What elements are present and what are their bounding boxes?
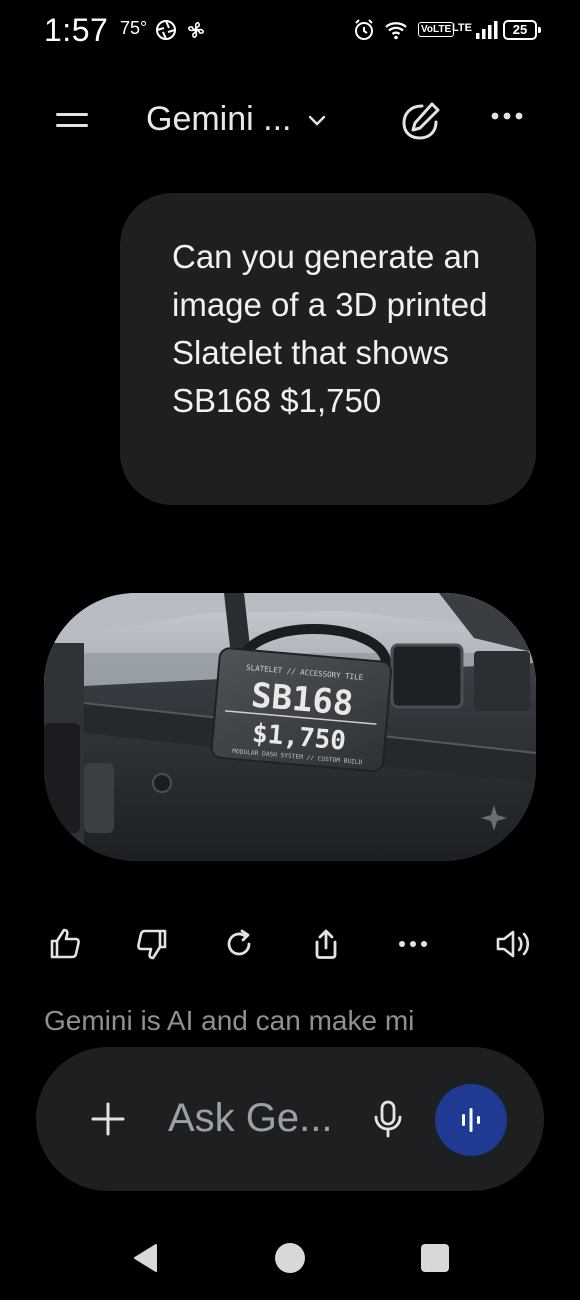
battery-icon: 25 [503, 20, 541, 40]
regenerate-button[interactable] [217, 922, 261, 966]
more-icon [399, 941, 427, 947]
back-button[interactable] [126, 1238, 166, 1278]
fan-icon [188, 22, 204, 38]
more-icon[interactable] [490, 110, 524, 122]
back-icon [134, 1244, 157, 1272]
read-aloud-icon [496, 930, 530, 958]
menu-icon[interactable] [54, 106, 90, 134]
volte-badge: VoLTE [418, 22, 455, 37]
plus-icon [91, 1102, 125, 1136]
live-waveform-icon [462, 1108, 480, 1132]
more-options-button[interactable] [391, 922, 435, 966]
wifi-icon [385, 22, 407, 40]
system-nav-bar [0, 1220, 580, 1300]
add-attachment-button[interactable] [86, 1097, 130, 1141]
read-aloud-button[interactable] [492, 922, 536, 966]
regenerate-icon [227, 929, 251, 956]
camera-aperture-icon [156, 20, 176, 40]
user-message-text: Can you generate an image of a 3D printe… [172, 238, 488, 419]
recents-icon [421, 1244, 449, 1272]
app-title: Gemini ... [146, 100, 292, 138]
prompt-input-bar [36, 1047, 544, 1191]
top-app-bar: Gemini ... [0, 84, 580, 156]
status-bar: 1:57 75° VoLTE LTE 25 [0, 0, 580, 64]
thumbs-down-icon [137, 929, 167, 960]
model-selector[interactable]: Gemini ... [146, 100, 327, 139]
recents-button[interactable] [415, 1238, 455, 1278]
home-button[interactable] [270, 1238, 310, 1278]
prompt-input[interactable] [168, 1093, 348, 1143]
response-actions [0, 916, 580, 972]
lte-label: LTE [452, 22, 472, 34]
thumbs-up-button[interactable] [43, 922, 87, 966]
slatelet-photo: SLATELET // ACCESSORY TILE SB168 $1,750 … [44, 593, 536, 861]
new-chat-icon[interactable] [398, 98, 444, 144]
share-button[interactable] [304, 922, 348, 966]
live-mode-button[interactable] [435, 1084, 507, 1156]
status-time: 1:57 [44, 12, 109, 48]
generated-image[interactable]: SLATELET // ACCESSORY TILE SB168 $1,750 … [44, 593, 536, 861]
microphone-icon [374, 1100, 402, 1138]
thumbs-down-button[interactable] [130, 922, 174, 966]
alarm-icon [355, 19, 373, 40]
share-icon [315, 929, 337, 959]
user-message-bubble: Can you generate an image of a 3D printe… [120, 193, 536, 505]
thumbs-up-icon [50, 928, 80, 959]
status-temperature: 75° [120, 18, 148, 38]
microphone-button[interactable] [366, 1097, 410, 1141]
home-icon [275, 1243, 305, 1273]
chevron-down-icon [309, 115, 326, 126]
signal-icon [476, 21, 498, 39]
